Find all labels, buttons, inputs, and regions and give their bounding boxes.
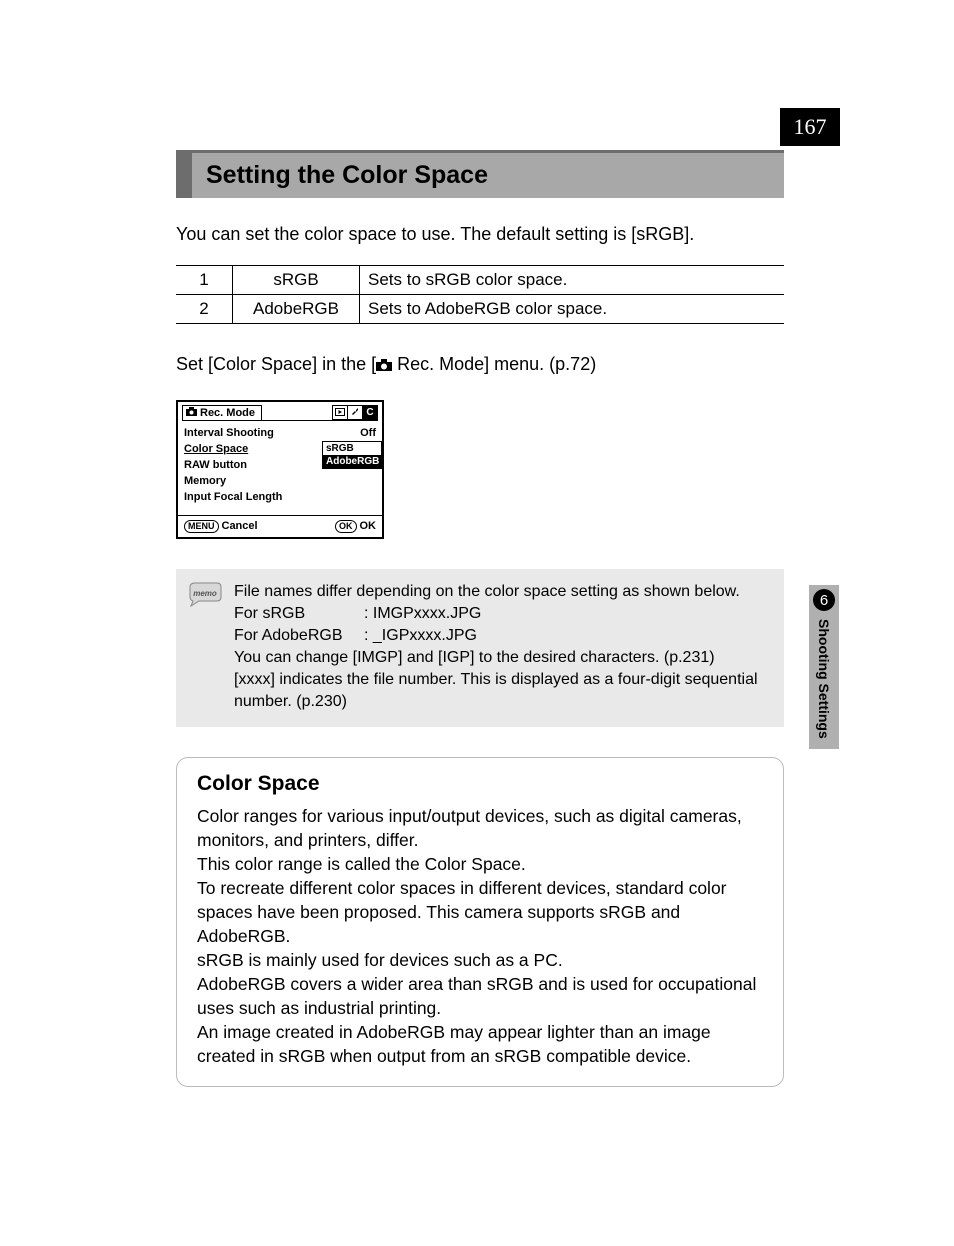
heading-accent-bar xyxy=(176,153,192,198)
section-heading: Setting the Color Space xyxy=(176,150,784,198)
lcd-tab-play-icon xyxy=(333,406,347,419)
lcd-item-label: Input Focal Length xyxy=(184,489,282,505)
lcd-footer: MENUCancel OKOK xyxy=(178,515,382,537)
info-paragraph: sRGB is mainly used for devices such as … xyxy=(197,948,763,972)
lcd-tab-title: Rec. Mode xyxy=(200,407,255,419)
memo-box: memo File names differ depending on the … xyxy=(176,569,784,727)
instruction-text: Set [Color Space] in the [ Rec. Mode] me… xyxy=(176,354,784,376)
table-row: 1 sRGB Sets to sRGB color space. xyxy=(176,266,784,295)
row-number: 1 xyxy=(176,266,233,295)
memo-line: You can change [IMGP] and [IGP] to the d… xyxy=(234,647,766,669)
lcd-footer-right: OKOK xyxy=(335,520,376,533)
row-desc: Sets to AdobeRGB color space. xyxy=(360,295,785,324)
lcd-dropdown: sRGB AdobeRGB xyxy=(322,441,382,469)
chapter-side-tab: 6 Shooting Settings xyxy=(809,585,839,749)
chapter-number-badge: 6 xyxy=(813,589,835,611)
settings-table: 1 sRGB Sets to sRGB color space. 2 Adobe… xyxy=(176,265,784,324)
info-box-title: Color Space xyxy=(197,772,763,796)
lcd-header: Rec. Mode C xyxy=(178,402,382,420)
lcd-dropdown-option-selected: AdobeRGB xyxy=(323,455,381,468)
lcd-item-label: Memory xyxy=(184,473,226,489)
lcd-other-tabs: C xyxy=(332,405,378,420)
memo-icon: memo xyxy=(176,581,234,612)
info-paragraph: This color range is called the Color Spa… xyxy=(197,852,763,876)
lcd-tab-custom: C xyxy=(362,406,377,419)
row-name: AdobeRGB xyxy=(233,295,360,324)
info-paragraph: AdobeRGB covers a wider area than sRGB a… xyxy=(197,972,763,1020)
lcd-item-label: Color Space xyxy=(184,441,248,457)
lcd-screenshot: Rec. Mode C Interval Shooting Off Color … xyxy=(176,400,384,539)
instruction-post: Rec. Mode] menu. (p.72) xyxy=(392,354,596,374)
row-number: 2 xyxy=(176,295,233,324)
memo-line: [xxxx] indicates the file number. This i… xyxy=(234,669,766,713)
info-paragraph: To recreate different color spaces in di… xyxy=(197,876,763,948)
lcd-item-value: Off xyxy=(360,425,376,441)
lcd-dropdown-option: sRGB xyxy=(323,442,381,455)
lcd-menu-item: Memory xyxy=(184,473,376,489)
info-paragraph: An image created in AdobeRGB may appear … xyxy=(197,1020,763,1068)
memo-kv-row: For sRGB : IMGPxxxx.JPG xyxy=(234,603,766,625)
memo-kv-row: For AdobeRGB : _IGPxxxx.JPG xyxy=(234,625,766,647)
menu-button-icon: MENU xyxy=(184,520,219,533)
row-name: sRGB xyxy=(233,266,360,295)
lcd-item-label: Interval Shooting xyxy=(184,425,274,441)
page-content: Setting the Color Space You can set the … xyxy=(176,150,784,1087)
lcd-menu-item: Interval Shooting Off xyxy=(184,425,376,441)
info-box: Color Space Color ranges for various inp… xyxy=(176,757,784,1087)
instruction-pre: Set [Color Space] in the [ xyxy=(176,354,376,374)
ok-button-icon: OK xyxy=(335,520,357,533)
camera-icon xyxy=(186,407,197,419)
lcd-active-tab: Rec. Mode xyxy=(182,405,262,420)
lcd-item-label: RAW button xyxy=(184,457,247,473)
table-row: 2 AdobeRGB Sets to AdobeRGB color space. xyxy=(176,295,784,324)
info-paragraph: Color ranges for various input/output de… xyxy=(197,804,763,852)
lcd-menu-item: Input Focal Length xyxy=(184,489,376,505)
section-title: Setting the Color Space xyxy=(206,153,488,198)
intro-text: You can set the color space to use. The … xyxy=(176,224,784,245)
svg-text:memo: memo xyxy=(193,589,217,598)
row-desc: Sets to sRGB color space. xyxy=(360,266,785,295)
memo-line: File names differ depending on the color… xyxy=(234,581,766,603)
memo-text: File names differ depending on the color… xyxy=(234,581,766,713)
lcd-body: Interval Shooting Off Color Space ◀sRGB … xyxy=(178,421,382,515)
camera-icon xyxy=(376,355,392,376)
lcd-tab-setup-icon xyxy=(347,406,362,419)
chapter-title: Shooting Settings xyxy=(816,619,832,739)
lcd-footer-left: MENUCancel xyxy=(184,520,258,533)
page-number: 167 xyxy=(780,108,840,146)
